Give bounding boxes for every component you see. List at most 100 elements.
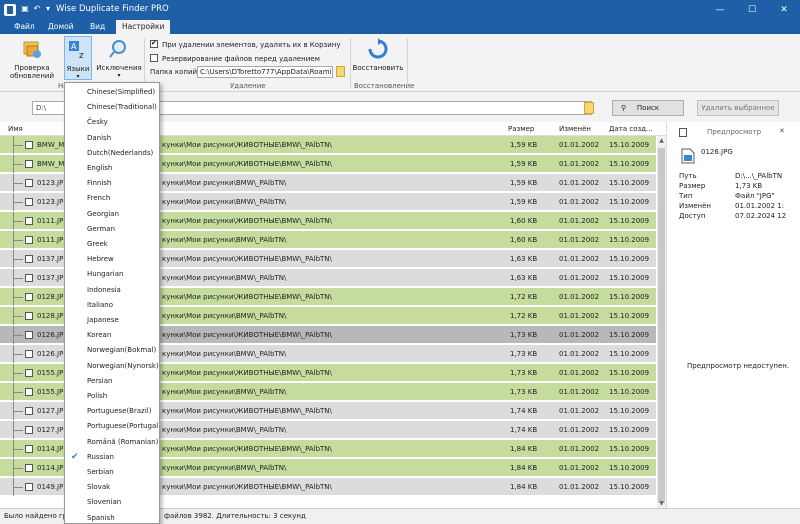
vertical-scrollbar[interactable]: ▲ ▼ [657, 136, 666, 508]
backup-folder-input[interactable]: C:\Users\DToretto777\AppData\Roami [197, 66, 333, 78]
row-checkbox[interactable] [25, 141, 33, 149]
row-name: 0137.JP [37, 274, 64, 282]
row-checkbox[interactable] [25, 483, 33, 491]
tab-home[interactable]: Домой [42, 20, 80, 34]
minimize-button[interactable]: — [704, 0, 736, 20]
row-path: кунки\Мои рисунки\ЖИВОТНЫЕ\BMW\_PAlbTN\ [162, 331, 332, 339]
language-item[interactable]: Polish [65, 389, 159, 404]
language-item[interactable]: Persian [65, 374, 159, 389]
backup-checkbox[interactable] [150, 54, 158, 62]
preview-filename: 0126.JPG [701, 148, 733, 156]
row-name: 0123.JP [37, 179, 64, 187]
language-item[interactable]: Portuguese(Brazil) [65, 404, 159, 419]
row-checkbox[interactable] [25, 369, 33, 377]
scroll-thumb[interactable] [658, 148, 665, 503]
language-item[interactable]: ✔ Russian [65, 450, 159, 465]
restore-button[interactable]: Восстановить [352, 38, 404, 72]
preview-copy-icon[interactable] [679, 128, 687, 137]
tree-line [13, 430, 23, 431]
row-path: кунки\Мои рисунки\ЖИВОТНЫЕ\BMW\_PAlbTN\ [162, 407, 332, 415]
language-item[interactable]: Română (Romanian) [65, 435, 159, 450]
row-checkbox[interactable] [25, 217, 33, 225]
language-item[interactable]: Slovenian [65, 495, 159, 510]
languages-button[interactable]: A z Языки ▾ [64, 36, 92, 80]
column-modified[interactable]: Изменён [559, 125, 591, 133]
row-checkbox[interactable] [25, 464, 33, 472]
row-checkbox[interactable] [25, 331, 33, 339]
row-modified: 01.01.2002 [559, 464, 600, 472]
tab-file[interactable]: Файл [8, 20, 41, 34]
backup-folder-row: Папка копий: [150, 68, 199, 76]
language-item[interactable]: Portuguese(Portugal) [65, 419, 159, 434]
column-size[interactable]: Размер [508, 125, 534, 133]
row-checkbox[interactable] [25, 388, 33, 396]
language-item[interactable]: Spanish [65, 511, 159, 523]
row-checkbox[interactable] [25, 255, 33, 263]
row-modified: 01.01.2002 [559, 141, 600, 149]
language-item[interactable]: Serbian [65, 465, 159, 480]
folder-icon[interactable] [584, 102, 594, 114]
undo-icon[interactable]: ↶ [32, 3, 42, 15]
row-checkbox[interactable] [25, 426, 33, 434]
preview-label-type: Тип [679, 192, 693, 200]
language-item[interactable]: Danish [65, 131, 159, 146]
scroll-up-icon[interactable]: ▲ [657, 136, 666, 145]
column-created[interactable]: Дата созд... [609, 125, 653, 133]
language-item[interactable]: Chinese(Traditional) [65, 100, 159, 115]
preview-unavailable-text: Предпросмотр недоступен. [687, 362, 790, 370]
row-checkbox[interactable] [25, 445, 33, 453]
backup-option[interactable]: Резервирование файлов перед удалением [150, 54, 320, 63]
language-item[interactable]: Slovak [65, 480, 159, 495]
language-item[interactable]: Italiano [65, 298, 159, 313]
language-item[interactable]: English [65, 161, 159, 176]
search-button[interactable]: ⚲ Поиск [612, 100, 684, 116]
scroll-down-icon[interactable]: ▼ [657, 499, 666, 508]
language-item[interactable]: Norwegian(Nynorsk) [65, 359, 159, 374]
recycle-option[interactable]: При удалении элементов, удалять их в Кор… [150, 39, 341, 49]
row-modified: 01.01.2002 [559, 179, 600, 187]
language-item[interactable]: Finnish [65, 176, 159, 191]
delete-selected-button[interactable]: Удалить выбранное [697, 100, 779, 116]
language-item[interactable]: Dutch(Nederlands) [65, 146, 159, 161]
recycle-checkbox[interactable] [150, 39, 158, 48]
preview-close-icon[interactable]: ✕ [779, 127, 785, 135]
save-icon[interactable]: ▣ [20, 3, 30, 15]
check-updates-button[interactable]: Проверка обновлений [8, 38, 56, 80]
row-checkbox[interactable] [25, 236, 33, 244]
tree-line [13, 354, 23, 355]
language-item-label: Portuguese(Portugal) [87, 422, 160, 431]
language-item-label: French [87, 194, 111, 203]
quick-access-menu-icon[interactable]: ▾ [43, 3, 53, 15]
language-item[interactable]: Česky [65, 115, 159, 130]
maximize-button[interactable]: ☐ [736, 0, 768, 20]
language-item[interactable]: French [65, 191, 159, 206]
row-checkbox[interactable] [25, 407, 33, 415]
row-path: кунки\Мои рисунки\BMW\_PAlbTN\ [162, 312, 287, 320]
row-checkbox[interactable] [25, 274, 33, 282]
language-item[interactable]: Indonesia [65, 283, 159, 298]
language-item[interactable]: Japanese [65, 313, 159, 328]
language-item[interactable]: Hebrew [65, 252, 159, 267]
row-checkbox[interactable] [25, 160, 33, 168]
tab-settings[interactable]: Настройки [116, 20, 171, 34]
language-item[interactable]: Norwegian(Bokmal) [65, 343, 159, 358]
column-name[interactable]: Имя [8, 125, 23, 133]
row-checkbox[interactable] [25, 198, 33, 206]
language-item[interactable]: Georgian [65, 207, 159, 222]
row-checkbox[interactable] [25, 293, 33, 301]
svg-text:z: z [79, 51, 84, 61]
language-item[interactable]: Greek [65, 237, 159, 252]
language-item[interactable]: Hungarian [65, 267, 159, 282]
tab-view[interactable]: Вид [84, 20, 111, 34]
row-modified: 01.01.2002 [559, 198, 600, 206]
exclusions-button[interactable]: Исключения ▾ [96, 38, 142, 79]
row-checkbox[interactable] [25, 179, 33, 187]
close-button[interactable]: ✕ [768, 0, 800, 20]
language-item[interactable]: German [65, 222, 159, 237]
row-checkbox[interactable] [25, 312, 33, 320]
row-checkbox[interactable] [25, 350, 33, 358]
language-item[interactable]: Chinese(Simplified) [65, 85, 159, 100]
row-name: 0111.JP [37, 236, 64, 244]
browse-folder-icon[interactable] [336, 66, 345, 77]
language-item[interactable]: Korean [65, 328, 159, 343]
